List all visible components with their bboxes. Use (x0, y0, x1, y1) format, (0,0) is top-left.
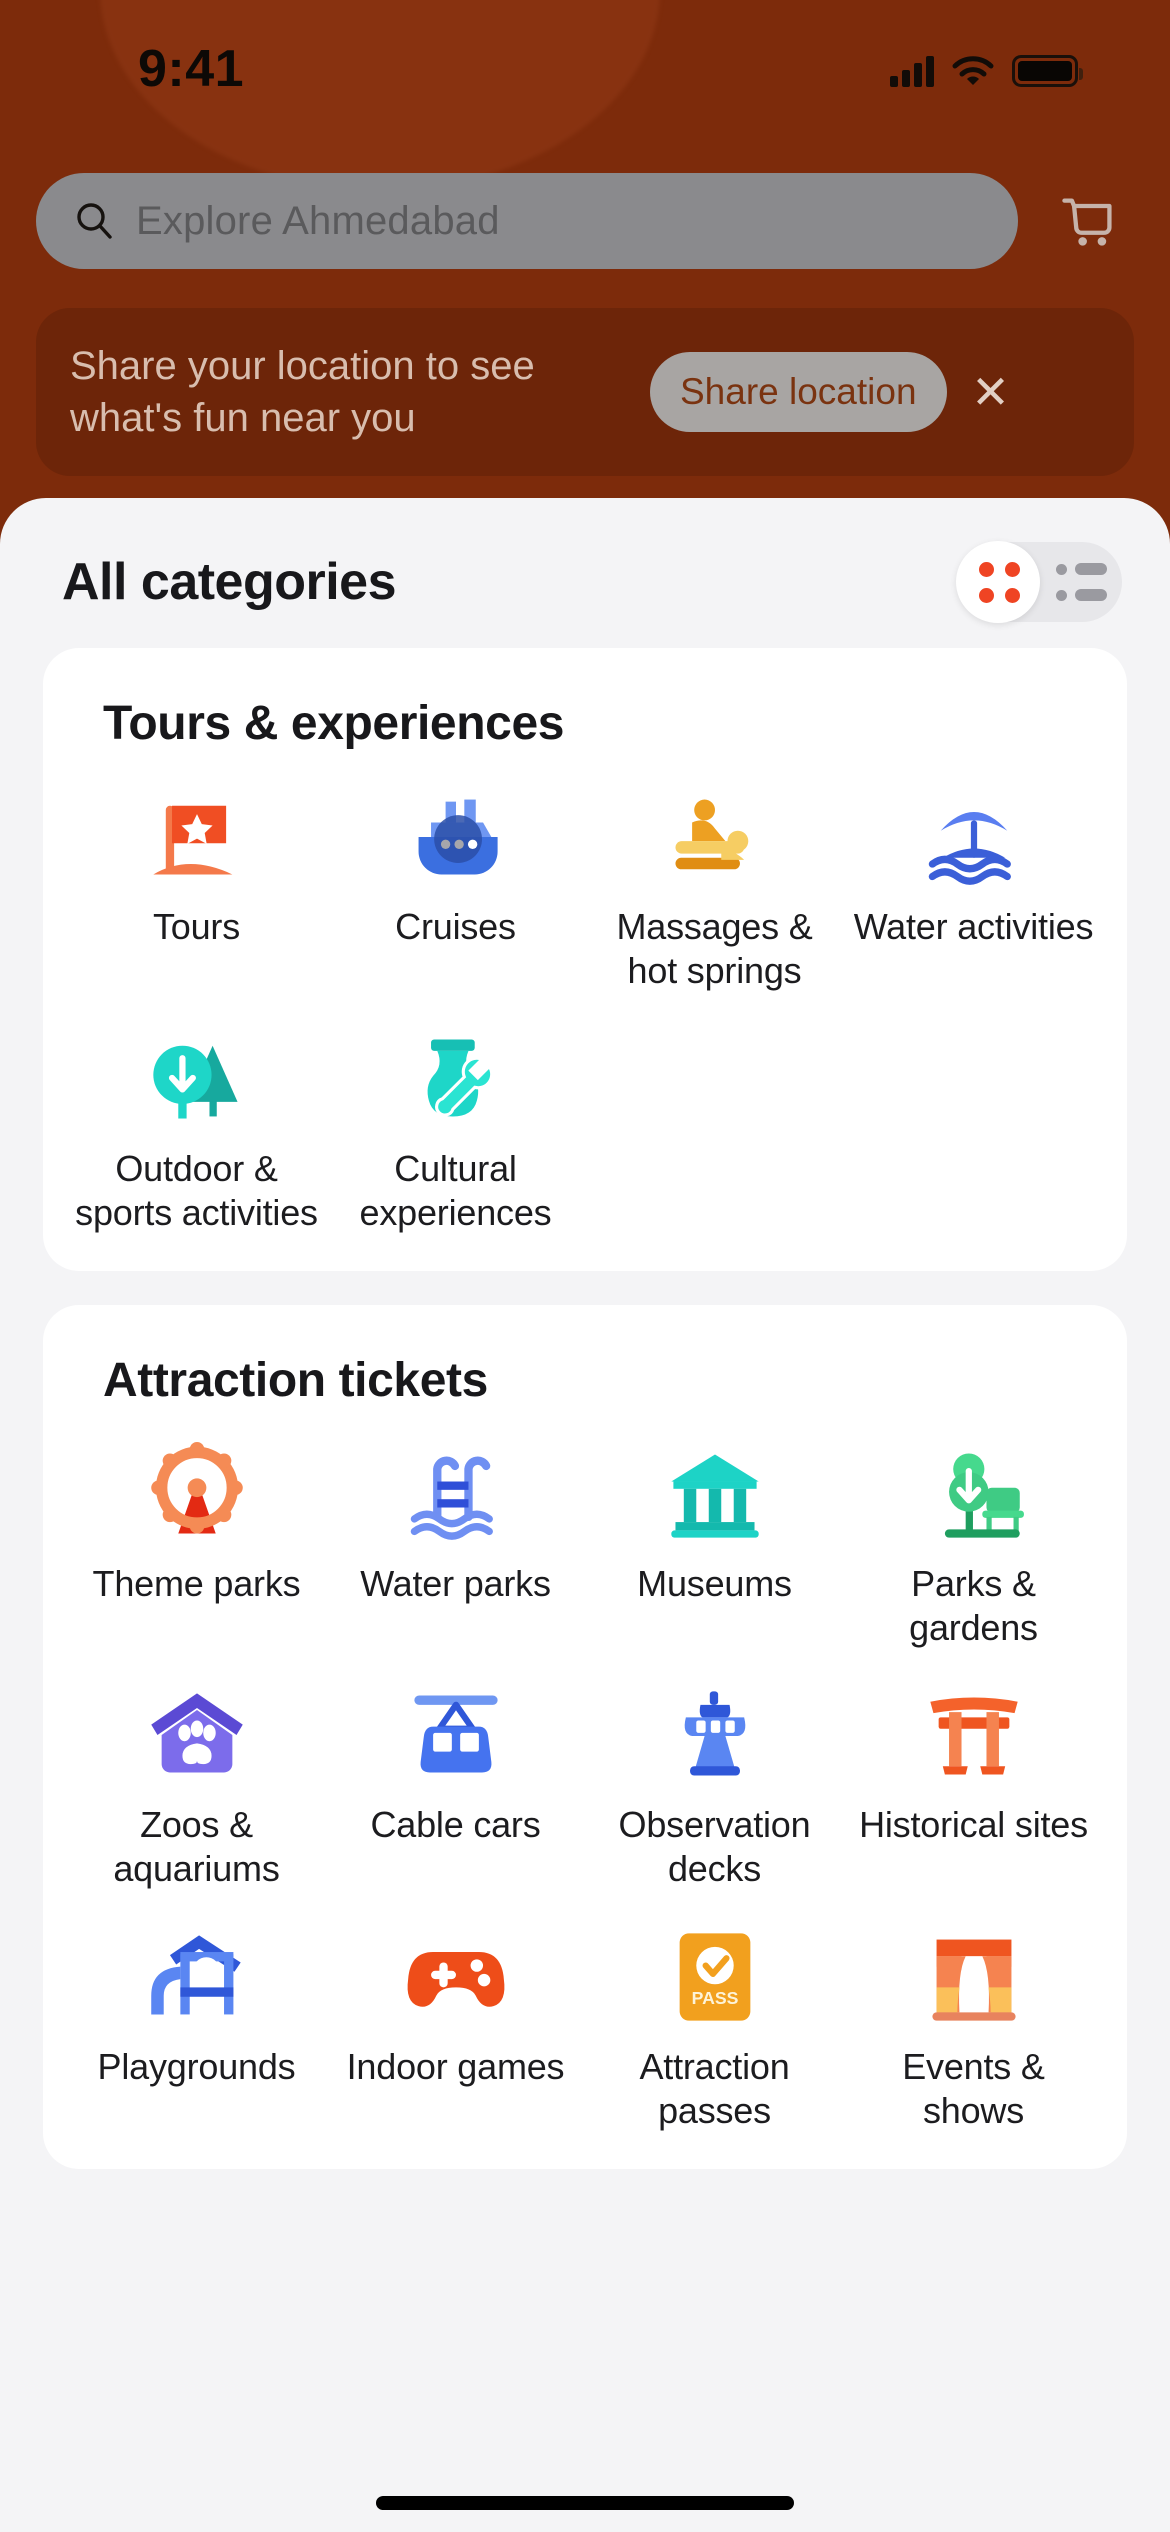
category-section: Tours & experiences Tours Cruises Massages … (43, 648, 1127, 1271)
status-bar-time: 9:41 (138, 40, 245, 98)
game-controller-icon (404, 1925, 508, 2029)
pet-house-icon (145, 1683, 249, 1787)
cellular-signal-icon (890, 55, 934, 87)
category-item-massages-hot-springs[interactable]: Massages & hot springs (585, 785, 844, 993)
phone-screen: 9:41 Explore Ahmedabad Share your locati… (0, 0, 1170, 2532)
torii-gate-icon (922, 1683, 1026, 1787)
observation-tower-icon (663, 1683, 767, 1787)
category-item-label: Outdoor & sports activities (75, 1147, 318, 1233)
search-placeholder: Explore Ahmedabad (136, 198, 500, 243)
trees-icon (145, 1027, 249, 1131)
museum-icon (663, 1442, 767, 1546)
category-item-water-parks[interactable]: Water parks (326, 1442, 585, 1650)
vase-wrench-icon (404, 1027, 508, 1131)
search-row: Explore Ahmedabad (0, 166, 1170, 276)
view-toggle[interactable] (956, 541, 1122, 623)
pass-card-icon: PASS (663, 1925, 767, 2029)
category-item-label: Historical sites (859, 1804, 1088, 1846)
search-icon (74, 201, 114, 241)
ferris-wheel-icon (145, 1441, 249, 1546)
category-item-label: Massages & hot springs (616, 906, 813, 991)
category-item-label: Cultural experiences (359, 1147, 552, 1233)
category-item-theme-parks[interactable]: Theme parks (67, 1441, 326, 1650)
category-grid: Tours Cruises Massages & hot springs Water … (67, 785, 1103, 1235)
status-bar-icons (890, 55, 1083, 87)
category-item-parks-gardens[interactable]: Parks & gardens (844, 1442, 1103, 1650)
category-item-label: Zoos & aquariums (113, 1804, 280, 1890)
massage-icon (663, 785, 767, 889)
home-indicator (376, 2496, 794, 2510)
category-item-label: Attraction passes (639, 2046, 790, 2132)
category-item-label: Water parks (360, 1562, 551, 1604)
category-item-cultural-experiences[interactable]: Cultural experiences (326, 1027, 585, 1235)
sheet-header: All categories (0, 498, 1170, 648)
category-item-label: Cable cars (370, 1804, 541, 1846)
search-input[interactable]: Explore Ahmedabad (36, 173, 1018, 269)
location-banner: Share your location to see what's fun ne… (36, 308, 1134, 476)
category-item-museums[interactable]: Museums (585, 1442, 844, 1650)
category-grid: Theme parks Water parks Museums Parks & gar… (67, 1441, 1103, 2133)
category-item-historical-sites[interactable]: Historical sites (844, 1683, 1103, 1891)
category-item-label: Playgrounds (97, 2046, 296, 2088)
category-item-label: Water activities (853, 906, 1094, 947)
page-title: All categories (62, 553, 397, 611)
cruise-ship-icon (404, 785, 508, 889)
category-item-label: Tours (152, 906, 241, 947)
category-section-title: Tours & experiences (103, 697, 565, 750)
category-item-playgrounds[interactable]: Playgrounds (67, 1925, 326, 2133)
category-item-zoos-aquariums[interactable]: Zoos & aquariums (67, 1683, 326, 1891)
category-item-outdoor-sports-activities[interactable]: Outdoor & sports activities (67, 1027, 326, 1235)
beach-umbrella-icon (922, 785, 1026, 889)
flag-icon (145, 785, 249, 889)
grid-view-toggle[interactable] (956, 541, 1040, 623)
battery-icon (1012, 55, 1083, 87)
category-item-label: Cruises (395, 906, 516, 947)
location-banner-message: Share your location to see what's fun ne… (70, 344, 535, 440)
share-location-button[interactable]: Share location (650, 352, 947, 432)
category-item-cable-cars[interactable]: Cable cars (326, 1683, 585, 1891)
status-bar: 9:41 (0, 0, 1170, 120)
list-icon (1055, 563, 1107, 601)
category-item-label: Theme parks (92, 1562, 301, 1604)
category-item-water-activities[interactable]: Water activities (844, 785, 1103, 993)
categories-list: Tours & experiences Tours Cruises Massages … (0, 648, 1170, 2170)
cable-car-icon (404, 1683, 508, 1787)
category-item-label: Indoor games (346, 2046, 565, 2088)
tree-bench-icon (922, 1442, 1026, 1546)
theater-curtain-icon (922, 1925, 1026, 2029)
category-item-attraction-passes[interactable]: PASS Attraction passes (585, 1925, 844, 2133)
close-icon[interactable]: ✕ (955, 356, 1027, 428)
category-section: Attraction tickets Theme parks Water parks… (43, 1304, 1127, 2170)
category-item-observation-decks[interactable]: Observation decks (585, 1683, 844, 1891)
svg-text:PASS: PASS (691, 1988, 738, 2008)
category-item-label: Observation decks (618, 1804, 811, 1890)
category-section-title: Attraction tickets (103, 1353, 488, 1407)
category-item-cruises[interactable]: Cruises (326, 785, 585, 993)
category-item-events-shows[interactable]: Events & shows (844, 1925, 1103, 2133)
shopping-cart-icon[interactable] (1042, 175, 1134, 267)
category-item-label: Parks & gardens (909, 1562, 1038, 1648)
grid-icon (978, 561, 1020, 603)
pool-ladder-icon (404, 1442, 508, 1546)
category-item-indoor-games[interactable]: Indoor games (326, 1925, 585, 2133)
playground-icon (145, 1925, 249, 2029)
wifi-icon (952, 55, 994, 87)
category-item-label: Events & shows (902, 2046, 1045, 2132)
categories-sheet: All categories Tours & experiences Tours C… (0, 498, 1170, 2532)
category-item-label: Museums (637, 1562, 792, 1604)
list-view-toggle[interactable] (1040, 542, 1122, 622)
category-item-tours[interactable]: Tours (67, 785, 326, 993)
